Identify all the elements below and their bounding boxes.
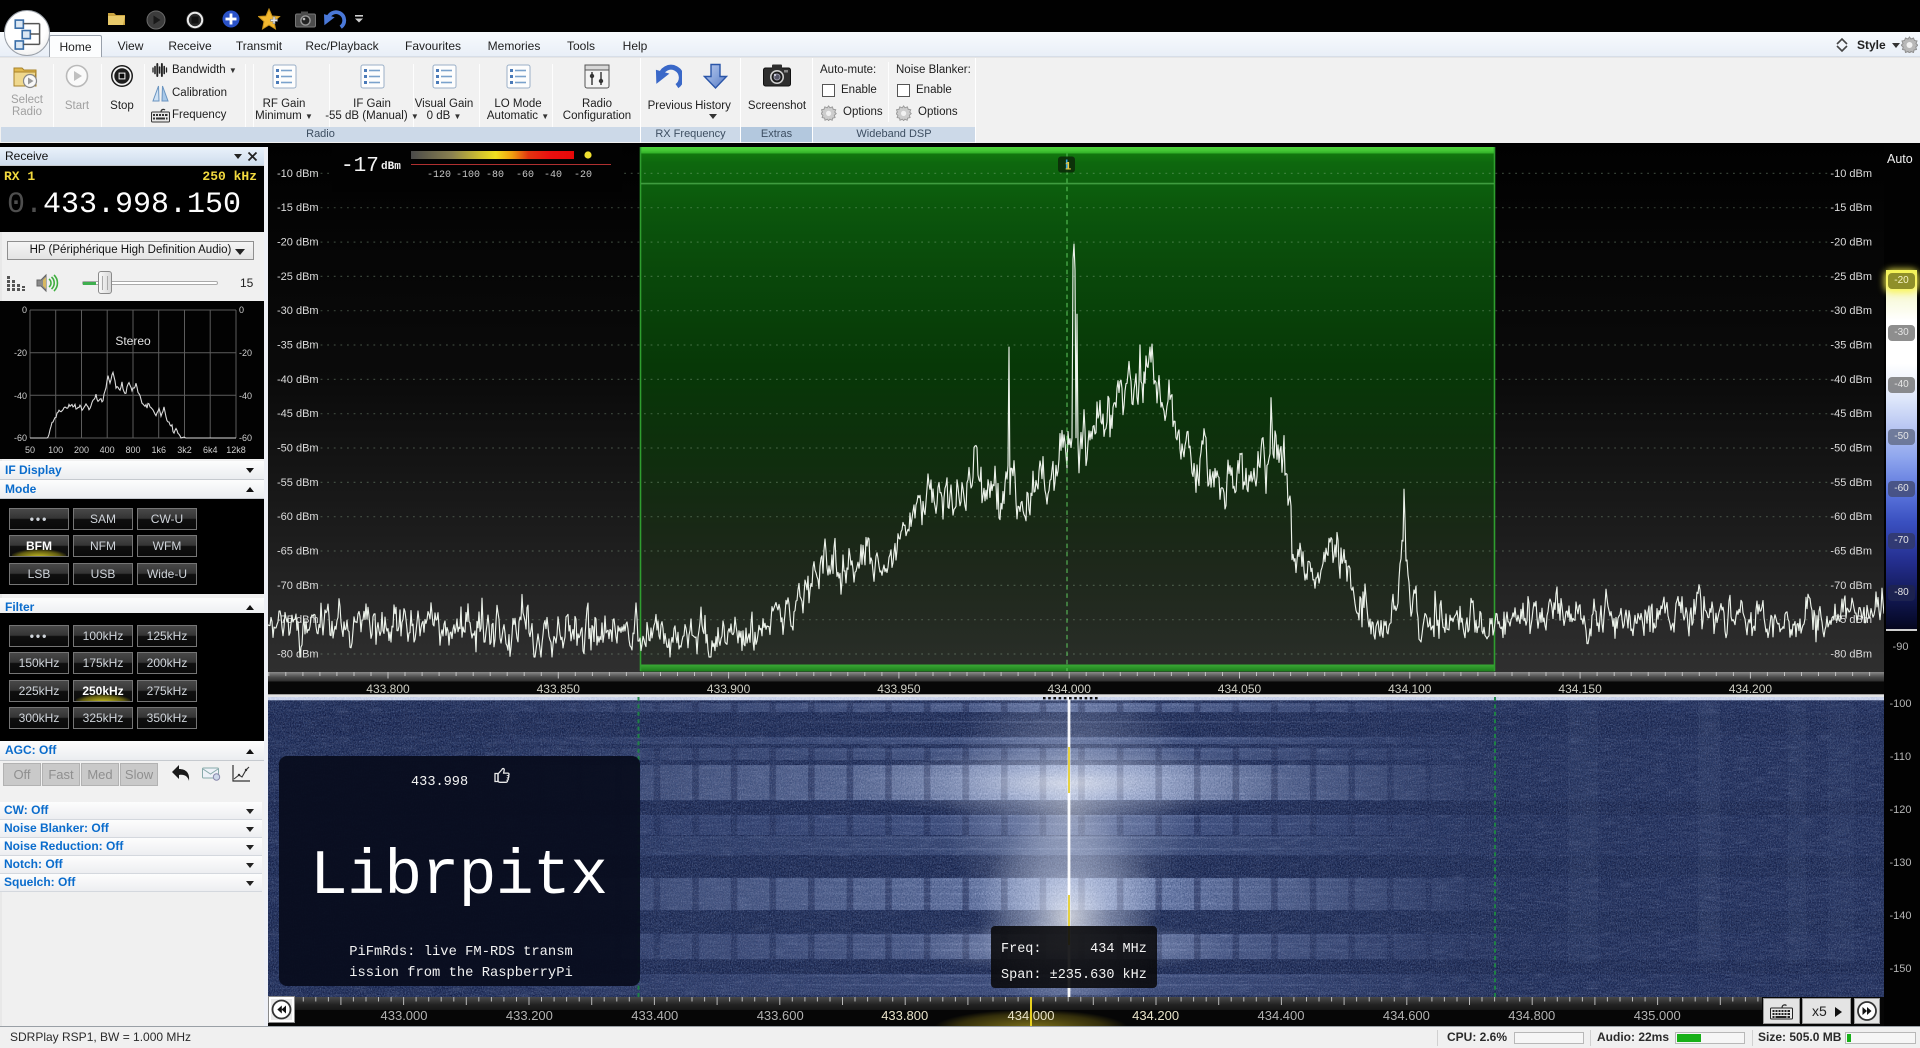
svg-text:Librpitx: Librpitx — [310, 841, 608, 912]
svg-text:434.200: 434.200 — [1132, 1008, 1179, 1023]
svg-text:-20: -20 — [14, 348, 27, 358]
svg-text:-17: -17 — [341, 155, 379, 178]
svg-text:-100: -100 — [456, 170, 480, 181]
svg-text:-60 dBm: -60 dBm — [1830, 511, 1872, 523]
svg-text:Stereo: Stereo — [115, 334, 151, 348]
svg-text:50: 50 — [25, 445, 35, 455]
svg-text:-80 dBm: -80 dBm — [1830, 649, 1872, 661]
svg-text:435.000: 435.000 — [1634, 1008, 1681, 1023]
svg-text:-60: -60 — [14, 433, 27, 443]
svg-text:-40: -40 — [239, 391, 252, 401]
svg-text:-35 dBm: -35 dBm — [1830, 340, 1872, 352]
svg-text:1k6: 1k6 — [151, 445, 166, 455]
svg-text:433.950: 433.950 — [877, 682, 921, 696]
svg-text:433.900: 433.900 — [707, 682, 751, 696]
svg-text:-50 dBm: -50 dBm — [1830, 443, 1872, 455]
svg-text:433.400: 433.400 — [631, 1008, 678, 1023]
svg-text:-70 dBm: -70 dBm — [277, 580, 319, 592]
svg-text:400: 400 — [100, 445, 115, 455]
svg-text:434.000: 434.000 — [1048, 682, 1092, 696]
svg-text:-50 dBm: -50 dBm — [277, 443, 319, 455]
svg-text:0: 0 — [239, 305, 244, 315]
svg-text:dBm: dBm — [381, 161, 401, 173]
svg-text:434.100: 434.100 — [1388, 682, 1432, 696]
svg-text:-80 dBm: -80 dBm — [277, 649, 319, 661]
svg-text:-10 dBm: -10 dBm — [277, 168, 319, 180]
svg-text:-45 dBm: -45 dBm — [1830, 408, 1872, 420]
svg-text:6k4: 6k4 — [203, 445, 218, 455]
svg-text:434.150: 434.150 — [1558, 682, 1602, 696]
svg-text:433.998: 433.998 — [411, 775, 468, 790]
svg-text:433.200: 433.200 — [506, 1008, 553, 1023]
svg-text:-20 dBm: -20 dBm — [277, 237, 319, 249]
svg-text:0: 0 — [22, 305, 27, 315]
svg-text:-15 dBm: -15 dBm — [1830, 202, 1872, 214]
svg-text:-25 dBm: -25 dBm — [277, 271, 319, 283]
svg-text:-80: -80 — [486, 170, 504, 181]
svg-text:-40: -40 — [14, 391, 27, 401]
svg-text:434.400: 434.400 — [1258, 1008, 1305, 1023]
svg-text:-40 dBm: -40 dBm — [1830, 374, 1872, 386]
svg-text:434.200: 434.200 — [1729, 682, 1773, 696]
svg-text:12k8: 12k8 — [226, 445, 246, 455]
svg-text:433.850: 433.850 — [537, 682, 581, 696]
svg-text:-20: -20 — [574, 170, 592, 181]
svg-text:-40: -40 — [544, 170, 562, 181]
svg-text:-55 dBm: -55 dBm — [1830, 477, 1872, 489]
svg-text:3k2: 3k2 — [177, 445, 192, 455]
svg-text:-55 dBm: -55 dBm — [277, 477, 319, 489]
svg-text:200: 200 — [74, 445, 89, 455]
svg-text:-120: -120 — [427, 170, 451, 181]
svg-text:433.000: 433.000 — [381, 1008, 428, 1023]
svg-text:-45 dBm: -45 dBm — [277, 408, 319, 420]
svg-text:434.050: 434.050 — [1218, 682, 1262, 696]
svg-text:-60 dBm: -60 dBm — [277, 511, 319, 523]
svg-text:-30 dBm: -30 dBm — [1830, 305, 1872, 317]
svg-text:434.800: 434.800 — [1508, 1008, 1555, 1023]
svg-text:-20: -20 — [239, 348, 252, 358]
svg-text:-35 dBm: -35 dBm — [277, 340, 319, 352]
svg-text:-40 dBm: -40 dBm — [277, 374, 319, 386]
svg-text:-10 dBm: -10 dBm — [1830, 168, 1872, 180]
svg-text:PiFmRds: live FM-RDS transm: PiFmRds: live FM-RDS transm — [349, 944, 573, 960]
svg-text:800: 800 — [125, 445, 140, 455]
svg-text:1: 1 — [1065, 161, 1071, 173]
svg-text:433.600: 433.600 — [757, 1008, 804, 1023]
svg-text:-15 dBm: -15 dBm — [277, 202, 319, 214]
svg-text:-70 dBm: -70 dBm — [1830, 580, 1872, 592]
svg-text:-20 dBm: -20 dBm — [1830, 237, 1872, 249]
svg-text:434.600: 434.600 — [1383, 1008, 1430, 1023]
svg-text:433.800: 433.800 — [881, 1008, 928, 1023]
svg-text:-65 dBm: -65 dBm — [1830, 546, 1872, 558]
svg-text:-60: -60 — [516, 170, 534, 181]
svg-text:433.800: 433.800 — [366, 682, 410, 696]
svg-text:-25 dBm: -25 dBm — [1830, 271, 1872, 283]
svg-text:-60: -60 — [239, 433, 252, 443]
svg-text:Freq: 434 MHz: Freq: 434 MHz — [1001, 942, 1147, 957]
svg-text:-30 dBm: -30 dBm — [277, 305, 319, 317]
svg-text:-65 dBm: -65 dBm — [277, 546, 319, 558]
svg-text:100: 100 — [48, 445, 63, 455]
svg-text:ission from the RaspberryPi: ission from the RaspberryPi — [349, 965, 573, 981]
svg-text:Span: ±235.630 kHz: Span: ±235.630 kHz — [1001, 968, 1147, 983]
